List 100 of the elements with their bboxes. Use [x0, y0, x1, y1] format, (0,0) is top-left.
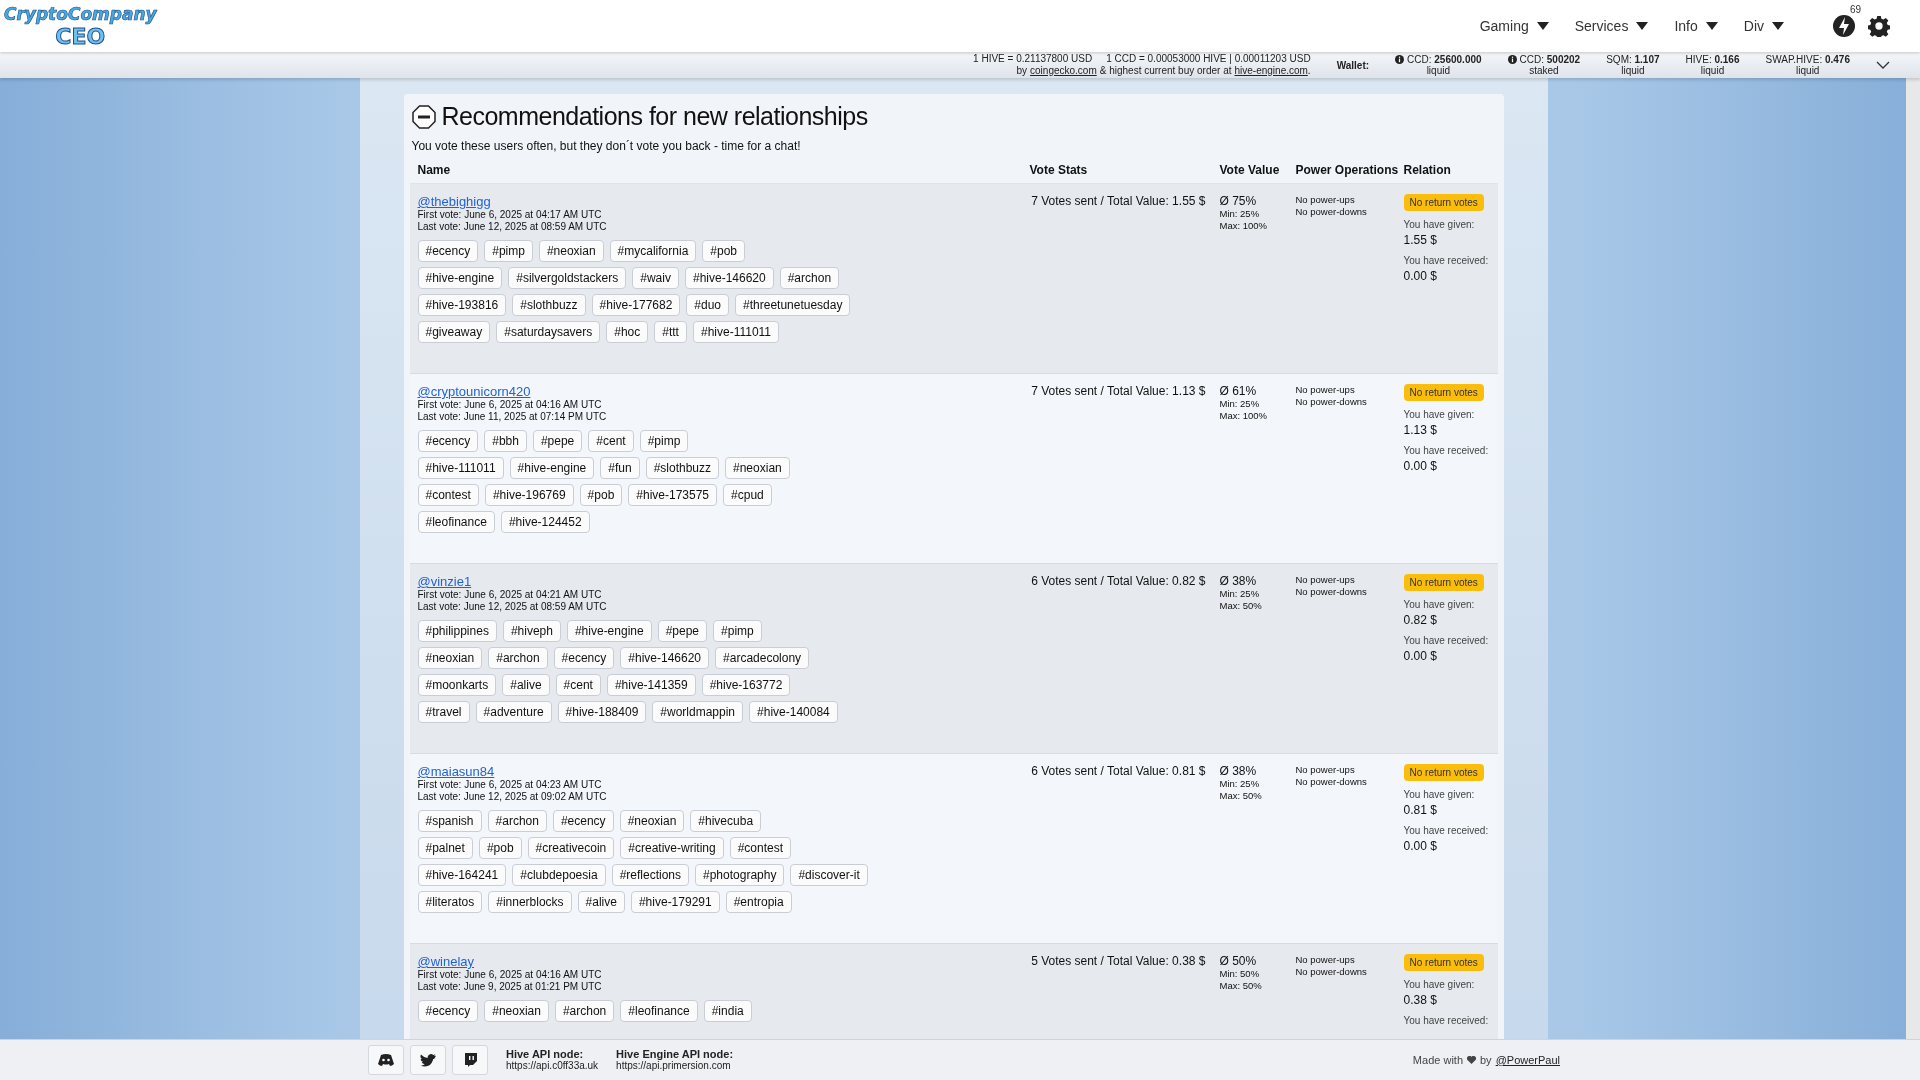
tag[interactable]: #photography: [695, 864, 785, 886]
tag[interactable]: #neoxian: [725, 457, 790, 479]
column-header: Vote Stats: [1029, 163, 1089, 177]
tag[interactable]: #archon: [779, 267, 840, 289]
tag[interactable]: #clubdepoesia: [512, 864, 606, 886]
username-link[interactable]: @cryptounicorn420: [417, 384, 531, 399]
tag[interactable]: #ecency: [552, 810, 614, 832]
username-link[interactable]: @maiasun84: [417, 764, 495, 779]
tag[interactable]: #leofinance: [620, 1000, 698, 1022]
tag[interactable]: #india: [703, 1000, 752, 1022]
tag[interactable]: #discover-it: [790, 864, 868, 886]
tag[interactable]: #hive-173575: [628, 484, 718, 506]
tag[interactable]: #pepe: [657, 620, 708, 642]
tag[interactable]: #slothbuzz: [645, 457, 719, 479]
tag[interactable]: #hive-146620: [684, 267, 774, 289]
tag[interactable]: #alive: [502, 674, 550, 696]
tag[interactable]: #pepe: [532, 430, 583, 452]
tag[interactable]: #hive-111011: [692, 321, 780, 343]
tag[interactable]: #duo: [686, 294, 730, 316]
tag[interactable]: #philippines: [417, 620, 497, 642]
tag[interactable]: #creativecoin: [527, 837, 615, 859]
tag[interactable]: #ecency: [553, 647, 615, 669]
tag[interactable]: #literatos: [417, 891, 483, 913]
tag[interactable]: #threetunetuesday: [735, 294, 851, 316]
chevron-down-icon[interactable]: [1876, 61, 1890, 69]
tag[interactable]: #hive-193816: [417, 294, 507, 316]
tag[interactable]: #travel: [417, 701, 470, 723]
nav-menu-item[interactable]: Div: [1743, 18, 1784, 34]
tag[interactable]: #bbh: [484, 430, 527, 452]
tag[interactable]: #entropia: [725, 891, 792, 913]
tag[interactable]: #cent: [588, 430, 634, 452]
username-link[interactable]: @winelay: [417, 954, 475, 969]
tag[interactable]: #pob: [702, 240, 745, 262]
settings-icon[interactable]: [1868, 15, 1890, 37]
tag[interactable]: #hive-engine: [509, 457, 595, 479]
tag[interactable]: #waiv: [632, 267, 679, 289]
tag[interactable]: #alive: [577, 891, 625, 913]
tag[interactable]: #hive-177682: [591, 294, 681, 316]
tag[interactable]: #archon: [554, 1000, 615, 1022]
author-link[interactable]: @PowerPaul: [1495, 1054, 1560, 1066]
tag[interactable]: #hive-164241: [417, 864, 507, 886]
tag[interactable]: #ecency: [417, 430, 479, 452]
average-vote-value: Ø 38%: [1219, 764, 1258, 778]
tag[interactable]: #hive-111011: [417, 457, 504, 479]
tag[interactable]: #hive-163772: [701, 674, 791, 696]
tag[interactable]: #pob: [478, 837, 522, 859]
tag[interactable]: #arcadecolony: [715, 647, 810, 669]
tag[interactable]: #worldmappin: [652, 701, 744, 723]
tag[interactable]: #hive-141359: [606, 674, 696, 696]
tag[interactable]: #hive-179291: [630, 891, 720, 913]
tag[interactable]: #palnet: [417, 837, 473, 859]
tag[interactable]: #spanish: [417, 810, 482, 832]
tag[interactable]: #hive-146620: [620, 647, 710, 669]
first-vote-date: First vote: June 6, 2025 at 04:17 AM UTC: [417, 209, 603, 221]
tag[interactable]: #creative-writing: [620, 837, 724, 859]
tag[interactable]: #pob: [579, 484, 623, 506]
tag[interactable]: #silvergoldstackers: [508, 267, 627, 289]
tag[interactable]: #hive-engine: [566, 620, 652, 642]
tag[interactable]: #pimp: [639, 430, 689, 452]
nav-menu-item[interactable]: Gaming: [1479, 18, 1549, 34]
username-link[interactable]: @vinzie1: [417, 574, 472, 589]
tag[interactable]: #neoxian: [484, 1000, 549, 1022]
tag[interactable]: #ttt: [654, 321, 687, 343]
tag[interactable]: #contest: [729, 837, 792, 859]
tag[interactable]: #neoxian: [417, 647, 483, 669]
tag[interactable]: #giveaway: [417, 321, 491, 343]
tag[interactable]: #hoc: [606, 321, 649, 343]
nav-menu-item[interactable]: Info: [1674, 18, 1718, 34]
tag[interactable]: #pimp: [484, 240, 533, 262]
tag[interactable]: #neoxian: [538, 240, 604, 262]
tag[interactable]: #cpud: [723, 484, 772, 506]
lightning-icon[interactable]: [1832, 14, 1856, 38]
tag[interactable]: #pimp: [713, 620, 762, 642]
tag[interactable]: #innerblocks: [488, 891, 572, 913]
tag[interactable]: #adventure: [475, 701, 552, 723]
tag[interactable]: #contest: [417, 484, 479, 506]
tag[interactable]: #archon: [487, 810, 547, 832]
username-link[interactable]: @thebighigg: [417, 194, 491, 209]
tag[interactable]: #leofinance: [417, 511, 495, 533]
tag[interactable]: #hive-124452: [500, 511, 590, 533]
tag[interactable]: #hive-engine: [417, 267, 503, 289]
tag[interactable]: #slothbuzz: [512, 294, 586, 316]
tag[interactable]: #hive-188409: [557, 701, 647, 723]
tag[interactable]: #hive-196769: [484, 484, 574, 506]
tag[interactable]: #cent: [555, 674, 601, 696]
nav-menu-item[interactable]: Services: [1574, 18, 1649, 34]
source-link[interactable]: coingecko.com: [1030, 65, 1097, 77]
tag[interactable]: #moonkarts: [417, 674, 497, 696]
tag[interactable]: #hivecuba: [690, 810, 762, 832]
tag[interactable]: #hiveph: [502, 620, 561, 642]
source-link[interactable]: hive-engine.com: [1234, 65, 1308, 77]
tag[interactable]: #hive-140084: [749, 701, 838, 723]
tag[interactable]: #archon: [488, 647, 548, 669]
tag[interactable]: #ecency: [417, 240, 479, 262]
tag[interactable]: #saturdaysavers: [496, 321, 601, 343]
tag[interactable]: #ecency: [417, 1000, 479, 1022]
tag[interactable]: #reflections: [611, 864, 689, 886]
tag[interactable]: #neoxian: [619, 810, 685, 832]
tag[interactable]: #mycalifornia: [609, 240, 697, 262]
tag[interactable]: #fun: [600, 457, 640, 479]
